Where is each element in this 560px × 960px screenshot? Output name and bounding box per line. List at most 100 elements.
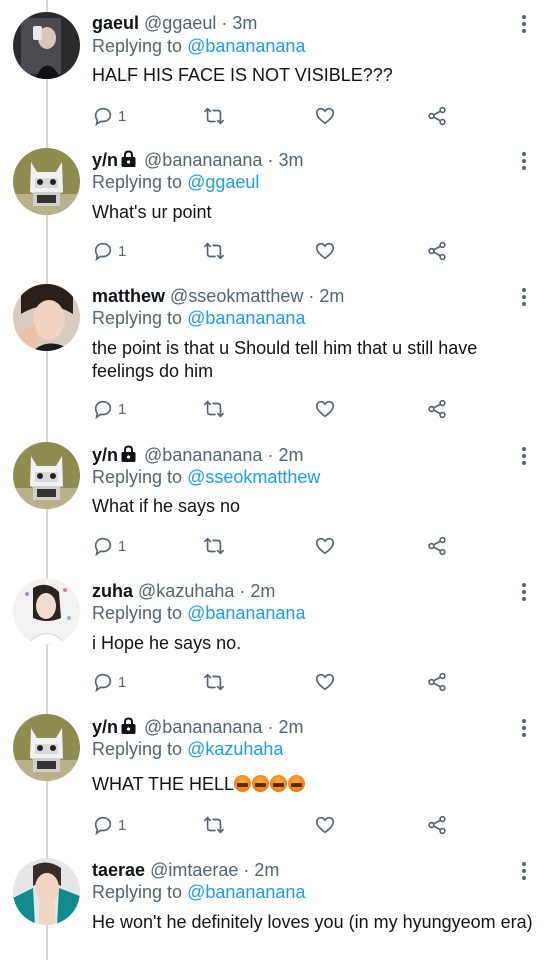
reply-button[interactable]: 1 [92, 103, 126, 129]
reply-count: 1 [118, 816, 127, 834]
timestamp[interactable]: 2m [278, 717, 303, 737]
retweet-button[interactable] [202, 669, 226, 695]
timestamp[interactable]: 3m [278, 150, 303, 170]
tweet-header: matthew @sseokmatthew · 2m [92, 285, 344, 307]
share-icon [426, 240, 448, 262]
separator-dot: · [267, 445, 274, 465]
tweet-text-content: He won't he definitely loves you (in my … [92, 912, 533, 932]
reply-button[interactable]: 1 [92, 238, 126, 264]
reply-count: 1 [118, 242, 127, 260]
avatar[interactable] [13, 858, 80, 925]
timestamp[interactable]: 2m [250, 581, 275, 601]
lock-icon [120, 445, 137, 468]
avatar[interactable] [13, 442, 80, 509]
replying-to-line: Replying to @banananana [92, 307, 305, 329]
like-button[interactable] [314, 669, 336, 695]
avatar[interactable] [13, 12, 80, 79]
user-handle[interactable]: @banananana [144, 445, 262, 465]
replying-to-label: Replying to [92, 739, 183, 759]
separator-dot: · [308, 286, 315, 306]
replying-to-line: Replying to @ggaeul [92, 171, 259, 193]
tweet-actions: 1 [92, 812, 452, 838]
tweet-header: zuha @kazuhaha · 2m [92, 580, 275, 602]
more-vertical-icon[interactable] [519, 717, 529, 739]
share-button[interactable] [426, 533, 448, 559]
tweet-actions: 1 [92, 396, 452, 422]
display-name[interactable]: y/n [92, 150, 118, 170]
tweet-actions: 1 [92, 238, 452, 264]
retweet-button[interactable] [202, 103, 226, 129]
timestamp[interactable]: 2m [319, 286, 344, 306]
display-name[interactable]: y/n [92, 717, 118, 737]
retweet-button[interactable] [202, 238, 226, 264]
retweet-icon [202, 535, 226, 557]
display-name[interactable]: zuha [92, 581, 133, 601]
replying-to-link[interactable]: @banananana [187, 882, 305, 902]
avatar[interactable] [13, 578, 80, 645]
more-vertical-icon[interactable] [519, 860, 529, 882]
timestamp[interactable]: 3m [232, 13, 257, 33]
reply-button[interactable]: 1 [92, 812, 126, 838]
heart-icon [314, 535, 336, 557]
display-name[interactable]: y/n [92, 445, 118, 465]
user-handle[interactable]: @kazuhaha [138, 581, 234, 601]
reply-icon [92, 240, 114, 262]
more-vertical-icon[interactable] [519, 445, 529, 467]
share-button[interactable] [426, 669, 448, 695]
share-button[interactable] [426, 103, 448, 129]
separator-dot: · [243, 860, 250, 880]
user-handle[interactable]: @imtaerae [150, 860, 238, 880]
user-handle[interactable]: @sseokmatthew [170, 286, 303, 306]
display-name[interactable]: matthew [92, 286, 165, 306]
replying-to-link[interactable]: @sseokmatthew [187, 467, 320, 487]
replying-to-label: Replying to [92, 36, 183, 56]
share-icon [426, 398, 448, 420]
display-name[interactable]: gaeul [92, 13, 139, 33]
reply-button[interactable]: 1 [92, 533, 126, 559]
more-vertical-icon[interactable] [519, 150, 529, 172]
timestamp[interactable]: 2m [278, 445, 303, 465]
share-button[interactable] [426, 812, 448, 838]
replying-to-line: Replying to @sseokmatthew [92, 466, 320, 488]
heart-icon [314, 671, 336, 693]
like-button[interactable] [314, 238, 336, 264]
reply-button[interactable]: 1 [92, 669, 126, 695]
display-name[interactable]: taerae [92, 860, 145, 880]
avatar[interactable] [13, 714, 80, 781]
retweet-icon [202, 671, 226, 693]
angry-face-emoji [252, 775, 270, 792]
more-vertical-icon[interactable] [519, 581, 529, 603]
more-vertical-icon[interactable] [519, 286, 529, 308]
retweet-button[interactable] [202, 533, 226, 559]
replying-to-link[interactable]: @ggaeul [187, 172, 259, 192]
like-button[interactable] [314, 396, 336, 422]
user-handle[interactable]: @banananana [144, 717, 262, 737]
avatar[interactable] [13, 284, 80, 351]
like-button[interactable] [314, 533, 336, 559]
user-handle[interactable]: @banananana [144, 150, 262, 170]
retweet-button[interactable] [202, 396, 226, 422]
share-button[interactable] [426, 238, 448, 264]
replying-to-link[interactable]: @banananana [187, 36, 305, 56]
share-button[interactable] [426, 396, 448, 422]
heart-icon [314, 105, 336, 127]
like-button[interactable] [314, 812, 336, 838]
reply-icon [92, 535, 114, 557]
user-handle[interactable]: @ggaeul [144, 13, 216, 33]
replying-to-link[interactable]: @kazuhaha [187, 739, 283, 759]
like-button[interactable] [314, 103, 336, 129]
more-vertical-icon[interactable] [519, 13, 529, 35]
timestamp[interactable]: 2m [254, 860, 279, 880]
replying-to-link[interactable]: @banananana [187, 603, 305, 623]
tweet-text: WHAT THE HELL🤬🤬🤬🤬 [92, 773, 537, 796]
replying-to-label: Replying to [92, 467, 183, 487]
reply-button[interactable]: 1 [92, 396, 126, 422]
reply-icon [92, 398, 114, 420]
avatar[interactable] [13, 148, 80, 215]
share-icon [426, 671, 448, 693]
tweet-header: y/n @banananana · 2m [92, 444, 303, 468]
replying-to-link[interactable]: @banananana [187, 308, 305, 328]
replying-to-label: Replying to [92, 603, 183, 623]
retweet-button[interactable] [202, 812, 226, 838]
tweet-header: y/n @banananana · 3m [92, 149, 303, 173]
